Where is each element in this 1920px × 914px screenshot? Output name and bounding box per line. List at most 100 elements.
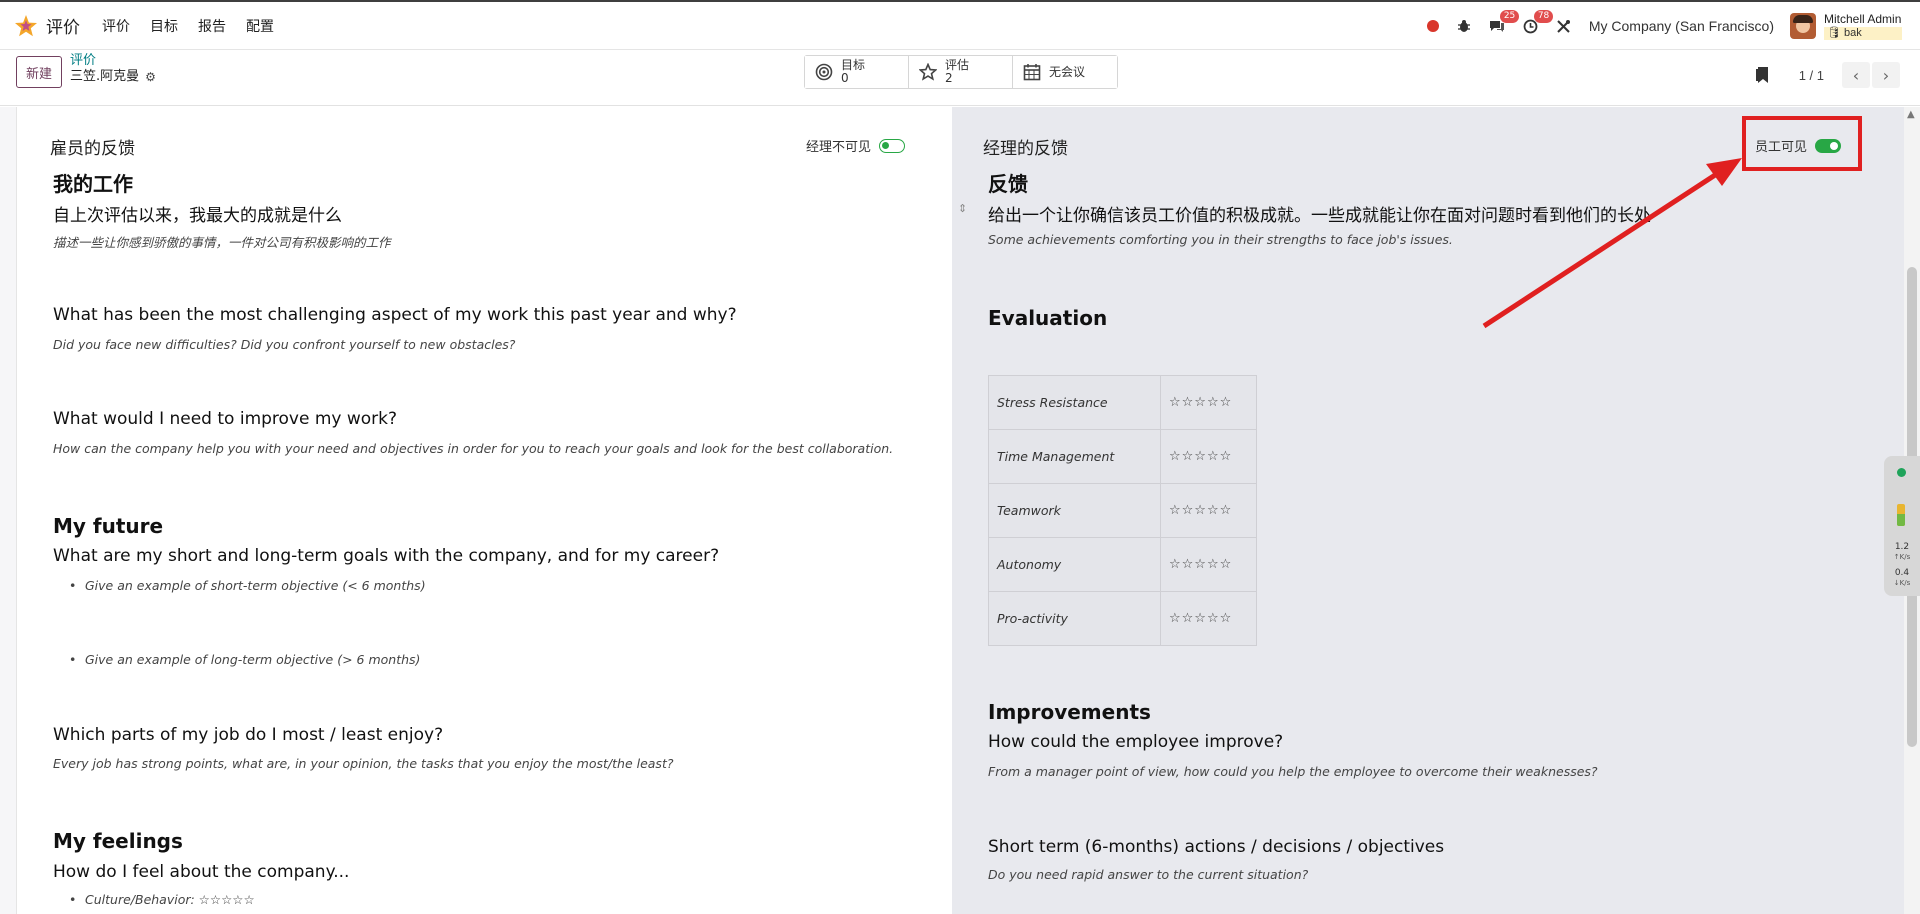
hint-achievement: 描述一些让你感到骄傲的事情，一件对公司有积极影响的工作 xyxy=(53,235,391,250)
bug-icon xyxy=(1457,20,1470,32)
odoo-star-logo-icon xyxy=(15,14,37,36)
eval-label: Pro-activity xyxy=(988,591,1161,646)
hint-challenging: Did you face new difficulties? Did you c… xyxy=(53,337,516,352)
goals-count: 0 xyxy=(841,71,849,85)
chevron-left-icon: ‹ xyxy=(1852,65,1860,85)
avatar xyxy=(1790,13,1816,39)
appraisals-count: 2 xyxy=(945,71,953,85)
menu-item-appraisals[interactable]: 评价 xyxy=(102,16,130,36)
meeting-label: 无会议 xyxy=(1049,64,1086,79)
tools-icon xyxy=(1557,19,1570,33)
eval-label: Teamwork xyxy=(988,483,1161,538)
recording-indicator[interactable] xyxy=(1426,20,1439,32)
hint-improve-work: How can the company help you with your n… xyxy=(53,441,894,456)
pager-value[interactable]: 1 / 1 xyxy=(1799,68,1824,83)
scroll-up-icon[interactable]: ▲ xyxy=(1907,109,1915,120)
hint-positive-achievement: Some achievements comforting you in thei… xyxy=(988,232,1453,247)
pager-next-button[interactable]: › xyxy=(1872,62,1900,88)
bookmark-icon[interactable] xyxy=(1755,66,1769,84)
status-dot-icon xyxy=(1897,468,1906,477)
eval-stars[interactable]: ☆☆☆☆☆ xyxy=(1160,483,1257,538)
control-panel: 新建 评价 三笠.阿克曼 ⚙ 目标 0 评估 2 无会议 1 / 1 ‹ › xyxy=(0,50,1920,106)
bullet-culture: Culture/Behavior: ☆☆☆☆☆ xyxy=(69,892,255,907)
employee-feedback-title: 雇员的反馈 xyxy=(50,139,135,159)
heading-my-work: 我的工作 xyxy=(53,172,133,196)
question-employee-improve: How could the employee improve? xyxy=(988,732,1284,752)
star-outline-icon xyxy=(919,63,937,81)
gear-icon[interactable]: ⚙ xyxy=(145,69,156,85)
hint-enjoy: Every job has strong points, what are, i… xyxy=(53,756,674,771)
breadcrumb-parent[interactable]: 评价 xyxy=(70,53,156,69)
question-feel-company: How do I feel about the company... xyxy=(53,862,350,882)
target-icon xyxy=(815,63,833,81)
heading-my-feelings: My feelings xyxy=(53,829,183,853)
bullet-short-term: Give an example of short-term objective … xyxy=(69,578,426,593)
breadcrumb-current: 三笠.阿克曼 ⚙ xyxy=(70,69,156,85)
eval-stars[interactable]: ☆☆☆☆☆ xyxy=(1160,537,1257,592)
table-row: Time Management ☆☆☆☆☆ xyxy=(988,429,1257,484)
eval-label: Time Management xyxy=(988,429,1161,484)
question-improve-work: What would I need to improve my work? xyxy=(53,409,398,429)
database-name: 🛢 bak xyxy=(1824,26,1902,40)
employee-feedback-column xyxy=(16,107,952,914)
messaging-menu[interactable]: 25 xyxy=(1489,10,1520,33)
table-row: Pro-activity ☆☆☆☆☆ xyxy=(988,591,1257,646)
record-name: 三笠.阿克曼 xyxy=(70,69,140,84)
resize-handle-icon[interactable]: ⇕ xyxy=(958,202,967,215)
annotation-arrow-icon xyxy=(1482,158,1742,329)
activity-menu[interactable]: 78 xyxy=(1523,9,1554,34)
smart-buttons: 目标 0 评估 2 无会议 xyxy=(804,55,1118,89)
question-enjoy: Which parts of my job do I most / least … xyxy=(53,725,444,745)
main-menu: 评价 目标 报告 配置 xyxy=(102,16,294,36)
company-switcher[interactable]: My Company (San Francisco) xyxy=(1589,18,1774,34)
calendar-icon xyxy=(1023,63,1041,81)
eval-stars[interactable]: ☆☆☆☆☆ xyxy=(1160,591,1257,646)
eval-stars[interactable]: ☆☆☆☆☆ xyxy=(1160,429,1257,484)
question-achievement: 自上次评估以来，我最大的成就是什么 xyxy=(53,206,342,226)
eval-label: Autonomy xyxy=(988,537,1161,592)
breadcrumb: 评价 三笠.阿克曼 ⚙ xyxy=(70,53,156,85)
record-dot-icon xyxy=(1426,20,1439,32)
employee-visibility-toggle[interactable]: 经理不可见 xyxy=(806,136,906,155)
systray: 25 78 My Company (San Francisco) Mitchel… xyxy=(1426,2,1920,50)
heading-my-future: My future xyxy=(53,514,164,538)
upload-speed: 1.2 ↑K/s xyxy=(1893,542,1911,561)
meeting-smart-button[interactable]: 无会议 xyxy=(1013,56,1117,88)
new-button[interactable]: 新建 xyxy=(16,56,63,88)
hint-employee-improve: From a manager point of view, how could … xyxy=(988,764,1598,779)
highlight-box xyxy=(1742,116,1862,171)
hint-short-term: Do you need rapid answer to the current … xyxy=(988,867,1309,882)
heading-evaluation: Evaluation xyxy=(988,306,1108,330)
table-row: Stress Resistance ☆☆☆☆☆ xyxy=(988,375,1257,430)
messaging-badge: 25 xyxy=(1499,10,1520,23)
table-row: Autonomy ☆☆☆☆☆ xyxy=(988,537,1257,592)
eval-stars[interactable]: ☆☆☆☆☆ xyxy=(1160,375,1257,430)
employee-toggle-switch[interactable] xyxy=(879,138,906,153)
top-navbar: 评价 评价 目标 报告 配置 25 78 My Company (San Fra… xyxy=(0,0,1920,50)
appraisals-smart-button[interactable]: 评估 2 xyxy=(909,56,1013,88)
heading-improvements: Improvements xyxy=(988,700,1151,724)
heading-feedback: 反馈 xyxy=(988,172,1028,196)
download-speed: 0.4 ↓K/s xyxy=(1893,568,1911,587)
tools-menu[interactable] xyxy=(1556,19,1571,34)
menu-item-configuration[interactable]: 配置 xyxy=(246,16,274,36)
activity-badge: 78 xyxy=(1533,9,1554,23)
question-goals: What are my short and long-term goals wi… xyxy=(53,546,720,566)
app-name: 评价 xyxy=(46,18,80,38)
pager-previous-button[interactable]: ‹ xyxy=(1842,62,1870,88)
menu-item-reporting[interactable]: 报告 xyxy=(198,16,226,36)
debug-menu[interactable] xyxy=(1457,19,1471,33)
employee-toggle-label: 经理不可见 xyxy=(806,140,872,155)
bullet-long-term: Give an example of long-term objective (… xyxy=(69,652,420,667)
table-row: Teamwork ☆☆☆☆☆ xyxy=(988,483,1257,538)
user-menu[interactable]: Mitchell Admin 🛢 bak xyxy=(1790,11,1902,40)
brand[interactable]: 评价 xyxy=(14,13,102,38)
meter-fill xyxy=(1897,514,1905,526)
question-challenging: What has been the most challenging aspec… xyxy=(53,305,737,325)
network-monitor-widget[interactable]: 1.2 ↑K/s 0.4 ↓K/s xyxy=(1884,456,1920,596)
manager-feedback-title: 经理的反馈 xyxy=(983,139,1068,159)
menu-item-goals[interactable]: 目标 xyxy=(150,16,178,36)
user-name: Mitchell Admin xyxy=(1824,11,1902,26)
pager: 1 / 1 ‹ › xyxy=(1755,62,1900,88)
goals-smart-button[interactable]: 目标 0 xyxy=(805,56,909,88)
